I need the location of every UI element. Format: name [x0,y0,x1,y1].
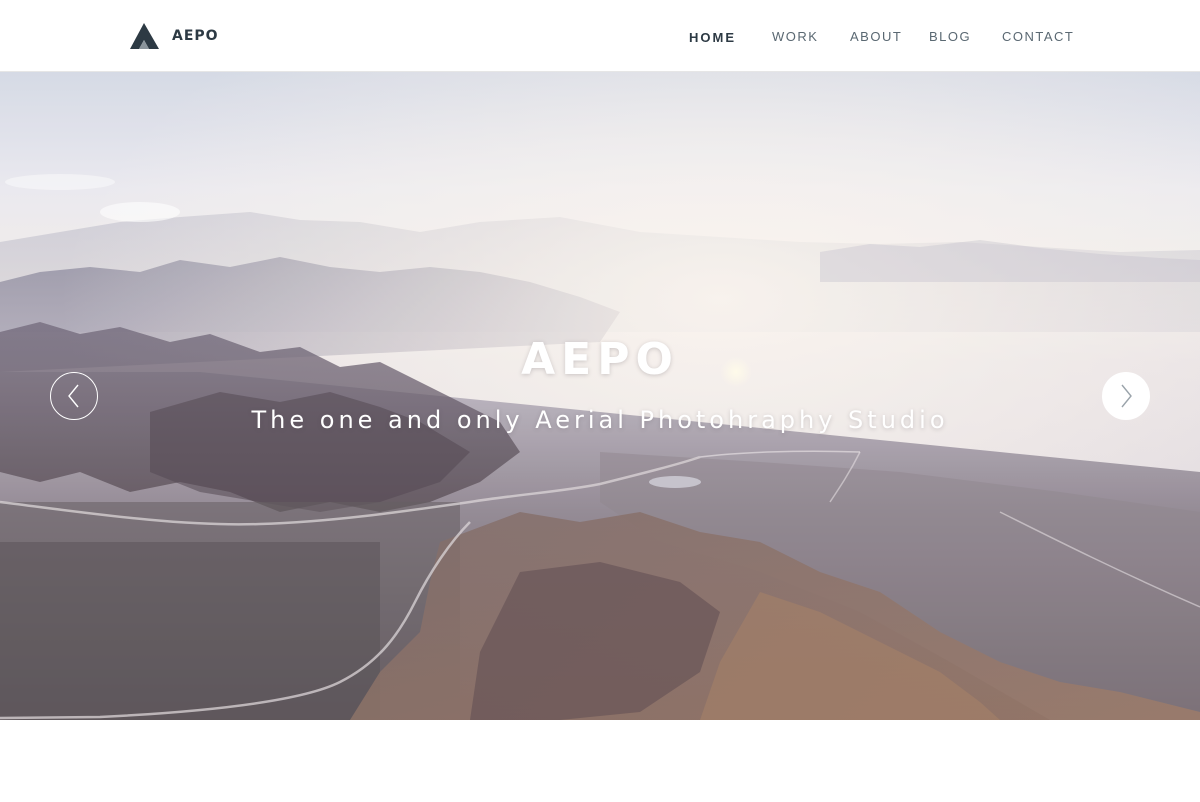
site-header: AEPO HOME WORK ABOUT BLOG CONTACT [0,0,1200,72]
main-nav: HOME WORK ABOUT BLOG CONTACT [0,0,1200,72]
chevron-right-icon [1121,384,1132,408]
nav-item-contact[interactable]: CONTACT [1002,28,1074,46]
chevron-left-icon [68,384,79,408]
nav-item-home[interactable]: HOME [689,29,736,47]
nav-item-about[interactable]: ABOUT [850,28,902,46]
content-area [0,720,1200,802]
nav-item-work[interactable]: WORK [772,28,818,46]
slider-prev-button[interactable] [50,372,98,420]
hero-title: AEPO [521,334,679,385]
hero-slider: AEPO The one and only Aerial Photohraphy… [0,72,1200,720]
slider-next-button[interactable] [1102,372,1150,420]
nav-item-blog[interactable]: BLOG [929,28,971,46]
hero-background-image [0,72,1200,720]
hero-subtitle: The one and only Aerial Photohraphy Stud… [251,406,949,434]
